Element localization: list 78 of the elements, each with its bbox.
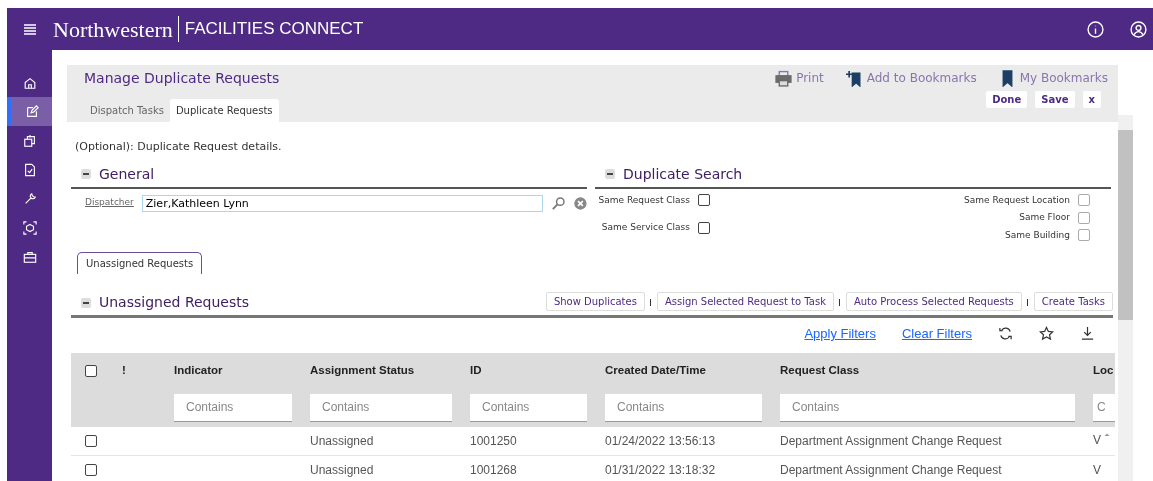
home-icon bbox=[22, 75, 37, 90]
checkbox[interactable] bbox=[698, 221, 710, 234]
star-icon[interactable] bbox=[1039, 326, 1054, 342]
table-cell-text: Department Assignment Change Request bbox=[780, 432, 1002, 450]
table-cell-text: 1001250 bbox=[470, 432, 517, 450]
filter-field[interactable]: Contains bbox=[780, 393, 1075, 422]
filter-field[interactable]: Contains bbox=[310, 393, 452, 422]
page-title: Manage Duplicate Requests bbox=[84, 68, 280, 88]
scrollbar-thumb[interactable] bbox=[1118, 130, 1133, 320]
tab[interactable]: Unassigned Requests bbox=[77, 252, 203, 274]
action-button[interactable]: Create Tasks bbox=[1033, 292, 1113, 311]
checkbox-label: Same Building bbox=[1005, 228, 1070, 242]
checkbox-label: Same Request Class bbox=[598, 193, 690, 207]
briefcase-icon bbox=[22, 249, 37, 264]
document-icon bbox=[22, 162, 37, 177]
filter-link[interactable]: Apply Filters bbox=[804, 324, 876, 344]
column-header: Assignment Status bbox=[310, 362, 415, 378]
toolbar-link[interactable]: Print bbox=[775, 69, 824, 87]
download-icon[interactable] bbox=[1080, 326, 1095, 342]
filter-field[interactable]: Contains bbox=[470, 393, 587, 422]
table-cell-text: 01/24/2022 13:56:13 bbox=[605, 432, 716, 450]
dispatcher-link[interactable]: Dispatcher bbox=[85, 196, 134, 210]
table-cell-text: V bbox=[1093, 431, 1101, 449]
checkbox-label: Same Floor bbox=[1019, 211, 1070, 224]
header-button[interactable]: Done bbox=[986, 91, 1028, 108]
header-button[interactable]: Save bbox=[1035, 91, 1075, 108]
search-icon[interactable] bbox=[551, 195, 567, 211]
collapse-icon[interactable] bbox=[81, 169, 91, 179]
column-header: Request Class bbox=[780, 362, 860, 378]
filter-field[interactable]: Contains bbox=[174, 393, 292, 422]
refresh-icon[interactable] bbox=[998, 326, 1013, 342]
bookmark-plus-icon bbox=[845, 69, 863, 87]
collapse-icon[interactable] bbox=[605, 169, 615, 179]
menu-icon[interactable] bbox=[22, 21, 38, 37]
table-cell-text: V bbox=[1093, 461, 1101, 479]
cube-icon bbox=[22, 220, 37, 235]
column-header: Indicator bbox=[174, 362, 223, 378]
column-header: Created Date/Time bbox=[605, 362, 706, 378]
product-name: FACILITIES CONNECT bbox=[177, 16, 364, 42]
table-cell-text: 01/31/2022 13:18:32 bbox=[605, 461, 716, 479]
row-checkbox[interactable] bbox=[85, 434, 97, 447]
section-title: General bbox=[99, 164, 155, 184]
action-button[interactable]: Assign Selected Request to Task bbox=[656, 292, 834, 311]
table-cell-text: 1001268 bbox=[470, 461, 517, 479]
checkbox-label: Same Service Class bbox=[601, 221, 690, 234]
action-button[interactable]: Auto Process Selected Requests bbox=[845, 292, 1022, 311]
section-header: Duplicate Search bbox=[595, 163, 1111, 189]
checkbox-label: Same Request Location bbox=[964, 193, 1070, 207]
sidebar-item[interactable] bbox=[7, 97, 52, 126]
edit-icon bbox=[24, 104, 39, 119]
table-cell-text: Unassigned bbox=[310, 432, 374, 450]
column-header: ! bbox=[122, 362, 126, 378]
toolbar-link[interactable]: My Bookmarks bbox=[998, 69, 1108, 87]
toolbar-link[interactable]: Add to Bookmarks bbox=[845, 69, 977, 87]
tab[interactable]: Dispatch Tasks bbox=[84, 99, 170, 122]
column-header: Loc bbox=[1093, 362, 1114, 378]
user-icon[interactable] bbox=[1130, 20, 1147, 38]
info-icon[interactable] bbox=[1087, 20, 1104, 38]
filter-link[interactable]: Clear Filters bbox=[901, 324, 972, 344]
printer-icon bbox=[775, 69, 793, 87]
checkbox[interactable] bbox=[698, 194, 710, 207]
clear-icon[interactable] bbox=[574, 196, 587, 210]
table-cell-text: Unassigned bbox=[310, 461, 374, 479]
section-header: Unassigned Requests bbox=[71, 292, 546, 315]
filter-field[interactable]: C bbox=[1093, 393, 1115, 422]
brand-name: Northwestern bbox=[53, 15, 173, 44]
table-cell-text: Department Assignment Change Request bbox=[780, 461, 1002, 479]
select-all-checkbox[interactable] bbox=[85, 364, 97, 377]
filter-field[interactable]: Contains bbox=[605, 393, 762, 422]
column-header: ID bbox=[470, 362, 482, 378]
header-button[interactable]: x bbox=[1082, 91, 1101, 108]
dispatcher-field[interactable]: Zier,Kathleen Lynn bbox=[141, 194, 544, 212]
copy-icon bbox=[22, 133, 37, 148]
action-button[interactable]: Show Duplicates bbox=[545, 292, 645, 311]
intro-text: (Optional): Duplicate Request details. bbox=[75, 139, 283, 155]
collapse-icon[interactable] bbox=[81, 297, 91, 308]
tab[interactable]: Duplicate Requests bbox=[169, 99, 279, 122]
row-checkbox[interactable] bbox=[85, 463, 97, 476]
